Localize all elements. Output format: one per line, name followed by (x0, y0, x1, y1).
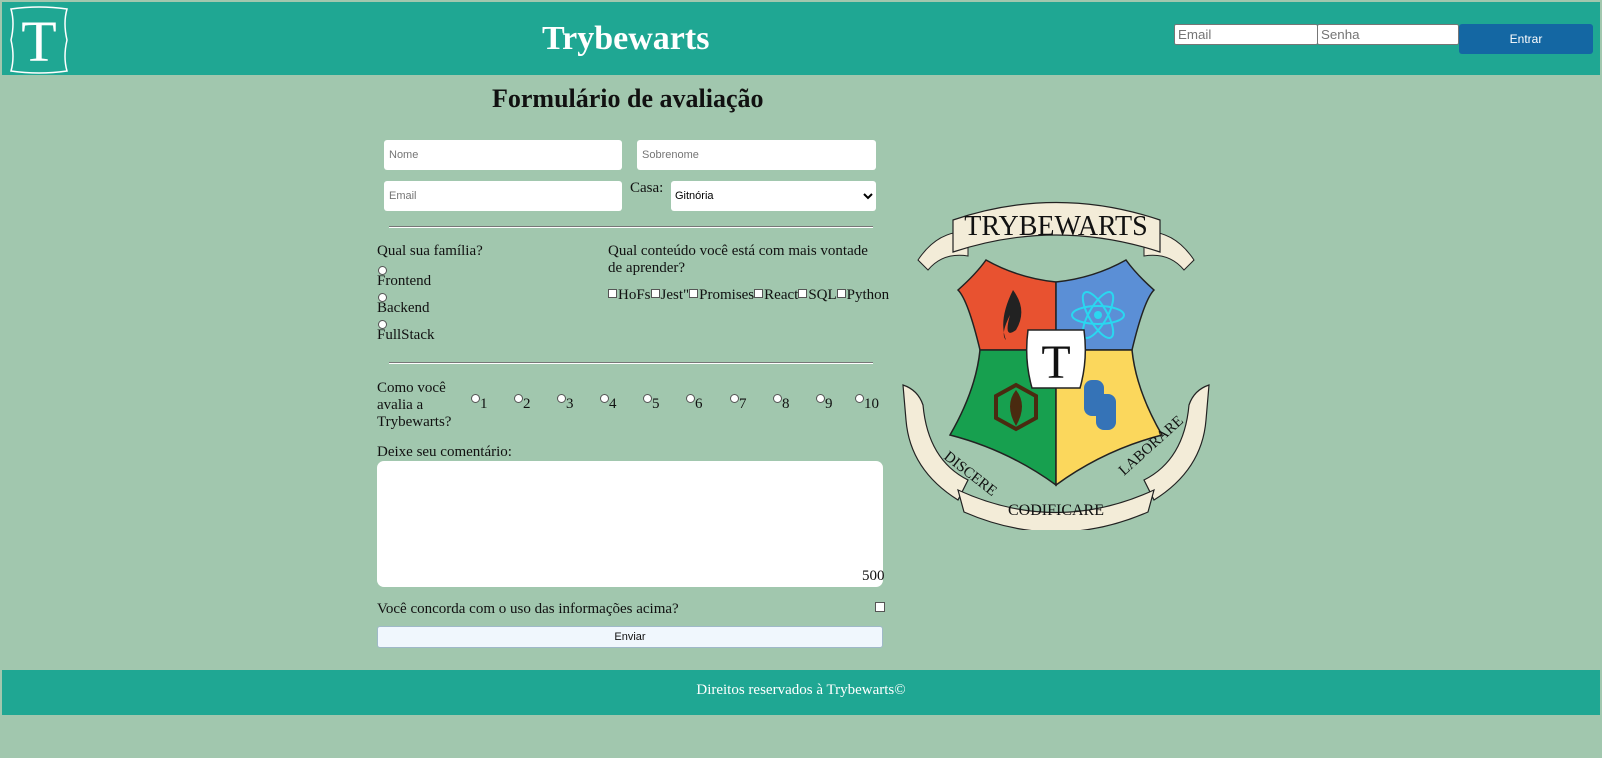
lastname-input[interactable] (637, 140, 876, 170)
family-option-label: FullStack (377, 327, 435, 343)
rating-option-5[interactable]: 5 (643, 394, 660, 413)
content-checkbox-group: HoFs Jest" Promises React SQL Python (608, 287, 889, 304)
svg-text:TRYBEWARTS: TRYBEWARTS (964, 211, 1147, 242)
rating-option-6[interactable]: 6 (686, 394, 703, 413)
character-counter: 500 (862, 568, 885, 584)
content-option-label: SQL (808, 287, 837, 303)
rating-radio[interactable] (816, 394, 825, 403)
name-input[interactable] (384, 140, 622, 170)
site-title: Trybewarts (542, 20, 710, 57)
house-label: Casa: (630, 180, 664, 196)
family-option-label: Frontend (377, 273, 432, 289)
content-checkbox-promises[interactable] (689, 289, 699, 298)
content-question: Qual conteúdo você está com mais vontade… (608, 243, 868, 276)
submit-button[interactable]: Enviar (377, 626, 883, 648)
svg-text:T: T (21, 9, 56, 74)
rating-question: Como você avalia a Trybewarts? (377, 380, 452, 430)
agreement-label: Você concorda com o uso das informações … (377, 601, 679, 617)
comment-label: Deixe seu comentário: (377, 444, 512, 460)
rating-option-8[interactable]: 8 (773, 394, 790, 413)
content-checkbox-sql[interactable] (798, 289, 808, 298)
agreement-checkbox[interactable] (875, 602, 885, 612)
content-option-label: HoFs (618, 287, 651, 303)
content-checkbox-react[interactable] (754, 289, 764, 298)
content-option-label: Promises (699, 287, 755, 303)
content-option-label: Python (846, 287, 890, 303)
rating-option-1[interactable]: 1 (471, 394, 488, 413)
rating-option-4[interactable]: 4 (600, 394, 617, 413)
family-radio-group: Frontend Backend FullStack (377, 266, 435, 347)
content-checkbox-jest[interactable] (650, 289, 660, 298)
rating-radio[interactable] (514, 394, 523, 403)
footer-text: Direitos reservados à Trybewarts© (696, 682, 906, 698)
rating-radio[interactable] (557, 394, 566, 403)
family-question: Qual sua família? (377, 243, 483, 259)
divider (389, 362, 873, 364)
rating-radio[interactable] (600, 394, 609, 403)
rating-option-2[interactable]: 2 (514, 394, 531, 413)
content-checkbox-python[interactable] (836, 289, 846, 298)
login-button[interactable]: Entrar (1459, 24, 1593, 54)
trybewarts-logo: T (5, 5, 73, 75)
rating-radio[interactable] (471, 394, 480, 403)
email-input[interactable] (384, 181, 622, 211)
svg-text:T: T (1041, 336, 1070, 389)
content-option-label: React (764, 287, 799, 303)
rating-option-3[interactable]: 3 (557, 394, 574, 413)
house-select[interactable]: Gitnória (671, 181, 876, 211)
trybewarts-crest-image: TRYBEWARTS T DISCERE CODIFICARE LABORARE (898, 190, 1214, 533)
login-password-input[interactable] (1317, 24, 1459, 45)
form-title: Formulário de avaliação (492, 84, 764, 113)
rating-option-7[interactable]: 7 (730, 394, 747, 413)
rating-option-10[interactable]: 10 (855, 394, 879, 413)
content-option-label: Jest" (660, 287, 690, 303)
footer: Direitos reservados à Trybewarts© (2, 670, 1600, 715)
login-email-input[interactable] (1174, 24, 1318, 45)
divider (389, 226, 873, 228)
rating-option-9[interactable]: 9 (816, 394, 833, 413)
rating-radio[interactable] (730, 394, 739, 403)
rating-radio[interactable] (855, 394, 864, 403)
rating-radio[interactable] (686, 394, 695, 403)
content-checkbox-hofs[interactable] (608, 289, 617, 298)
family-option-label: Backend (377, 300, 430, 316)
comment-textarea[interactable] (377, 461, 883, 587)
rating-radio[interactable] (773, 394, 782, 403)
svg-text:CODIFICARE: CODIFICARE (1008, 502, 1104, 519)
rating-radio[interactable] (643, 394, 652, 403)
